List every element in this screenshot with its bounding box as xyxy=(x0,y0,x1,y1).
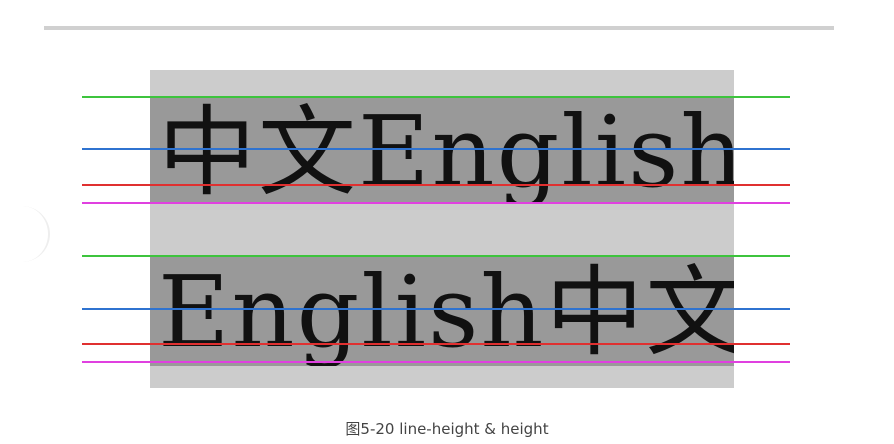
figure-caption: 图5-20 line-height & height xyxy=(345,420,549,438)
guide-line-baseline-1 xyxy=(82,184,790,186)
sample-text-line-2: English中文 xyxy=(158,256,734,366)
guide-line-middle-2 xyxy=(82,308,790,310)
top-divider xyxy=(44,26,834,30)
sample-text-line-1: 中文English xyxy=(158,96,734,203)
guide-line-baseline-2 xyxy=(82,343,790,345)
guide-line-top-2 xyxy=(82,255,790,257)
line-height-figure: 中文English English中文 xyxy=(150,70,734,388)
text-band-line-2: English中文 xyxy=(150,256,734,366)
side-decoration xyxy=(20,206,50,262)
guide-line-bottom-2 xyxy=(82,361,790,363)
guide-line-top-1 xyxy=(82,96,790,98)
guide-line-bottom-1 xyxy=(82,202,790,204)
guide-line-middle-1 xyxy=(82,148,790,150)
